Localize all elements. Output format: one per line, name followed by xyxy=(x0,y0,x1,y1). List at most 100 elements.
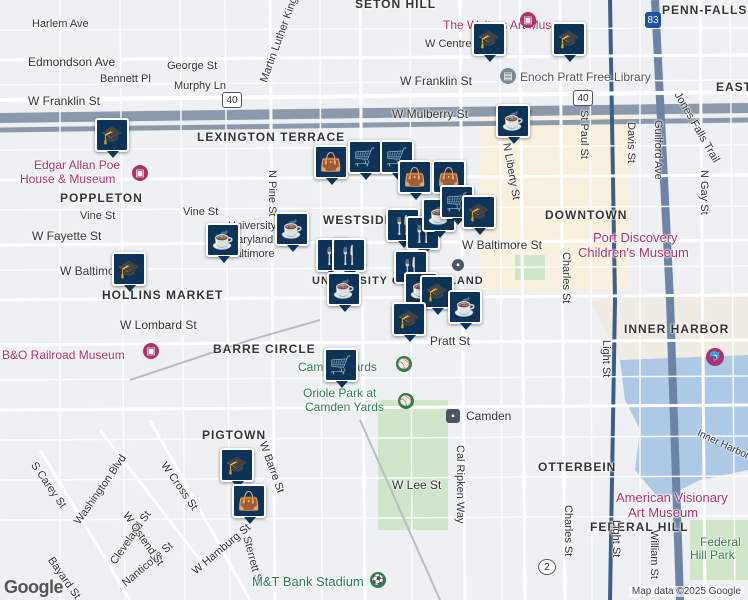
shopping-bag-icon: 👜 xyxy=(237,490,261,511)
street-label: Edmondson Ave xyxy=(28,55,116,69)
map-marker[interactable]: 🎓 xyxy=(220,448,254,488)
poi-oriole-park-line1[interactable]: Oriole Park at xyxy=(303,386,376,400)
street-label: Guilford Ave xyxy=(652,120,664,180)
street-label: W Lee St xyxy=(392,478,442,492)
map-marker[interactable]: 🛒 xyxy=(348,140,382,180)
street-label: W Lombard St xyxy=(120,318,197,332)
street-label: Murphy Ln xyxy=(174,80,226,92)
poi-mt-bank-stadium[interactable]: M&T Bank Stadium xyxy=(252,574,364,589)
street-label: St Paul St xyxy=(578,110,590,159)
district-label: WESTSIDE xyxy=(323,213,394,227)
street-label: William St xyxy=(648,530,660,579)
map-marker[interactable]: 🎓 xyxy=(95,118,129,158)
map-canvas[interactable]: SETON HILL PENN-FALLS LEXINGTON TERRACE … xyxy=(0,0,748,600)
shopping-cart-icon: 🛒 xyxy=(353,146,377,167)
district-label: EAST xyxy=(716,80,748,94)
graduation-cap-icon: 🎓 xyxy=(425,281,449,302)
district-label: HOLLINS MARKET xyxy=(102,288,224,302)
graduation-cap-icon: 🎓 xyxy=(557,28,581,49)
street-label: Light St xyxy=(610,520,622,558)
street-label: Pratt St xyxy=(430,334,471,348)
map-marker[interactable]: 👜 xyxy=(314,145,348,185)
map-attribution: Map data ©2025 Google xyxy=(628,586,744,597)
museum-icon: ▣ xyxy=(520,12,536,28)
map-marker[interactable]: 🎓 xyxy=(112,252,146,292)
graduation-cap-icon: 🎓 xyxy=(477,28,501,49)
poi-enoch-pratt-library[interactable]: Enoch Pratt Free Library xyxy=(520,70,651,84)
district-label: DOWNTOWN xyxy=(545,208,628,222)
street-label: Vine St xyxy=(80,210,116,222)
street-label: Charles St xyxy=(562,505,574,557)
coffee-cup-icon: ☕ xyxy=(332,278,356,299)
district-label: LEXINGTON TERRACE xyxy=(197,130,346,144)
street-label: Vine St xyxy=(183,206,219,218)
map-marker[interactable]: 🎓 xyxy=(392,302,426,342)
street-label: W Franklin St xyxy=(28,94,101,108)
street-label: Camden xyxy=(466,409,512,423)
map-marker[interactable]: ☕ xyxy=(496,104,530,144)
district-label: POPPLETON xyxy=(60,191,143,205)
street-label: N Pine St xyxy=(266,170,278,217)
poi-port-discovery-line2[interactable]: Children's Museum xyxy=(578,246,689,260)
district-label: OTTERBEIN xyxy=(538,460,617,474)
map-marker[interactable]: 🍴 xyxy=(332,238,366,278)
graduation-cap-icon: 🎓 xyxy=(117,258,141,279)
map-marker[interactable]: 🎓 xyxy=(552,22,586,62)
street-label: W Baltimore St xyxy=(462,238,543,252)
route-shield-icon: 40 xyxy=(573,90,593,106)
coffee-cup-icon: ☕ xyxy=(453,296,477,317)
district-label: INNER HARBOR xyxy=(624,322,730,336)
street-label: Cal Ripken Way xyxy=(454,445,466,524)
poi-avam-line2[interactable]: Art Museum xyxy=(628,506,698,520)
map-marker[interactable]: ☕ xyxy=(448,290,482,330)
street-label: Davis St xyxy=(625,122,637,163)
route-shield-icon: 40 xyxy=(222,92,242,108)
coffee-cup-icon: ☕ xyxy=(501,110,525,131)
stadium-icon: ⚾ xyxy=(398,393,414,409)
map-marker[interactable]: 🎓 xyxy=(462,195,496,235)
shopping-bag-icon: 👜 xyxy=(319,151,343,172)
map-marker[interactable]: 🛒 xyxy=(324,348,358,388)
google-logo: Google xyxy=(4,577,64,597)
map-marker[interactable]: ☕ xyxy=(327,272,361,312)
map-marker[interactable]: 👜 xyxy=(232,484,266,524)
map-marker[interactable]: ☕ xyxy=(275,212,309,252)
graduation-cap-icon: 🎓 xyxy=(225,454,249,475)
train-station-icon: ▪ xyxy=(446,409,460,423)
map-marker[interactable]: 🎓 xyxy=(472,22,506,62)
street-label: Light St xyxy=(600,340,612,378)
street-label: W Fayette St xyxy=(32,229,102,243)
district-label: SETON HILL xyxy=(355,0,437,11)
district-label: PIGTOWN xyxy=(202,428,267,442)
graduation-cap-icon: 🎓 xyxy=(467,201,491,222)
interstate-shield-icon: 83 xyxy=(645,12,661,28)
graduation-cap-icon: 🎓 xyxy=(100,124,124,145)
poi-federal-hill-park-line2[interactable]: Hill Park xyxy=(690,548,735,562)
map-marker[interactable]: ☕ xyxy=(206,223,240,263)
shopping-bag-icon: 👜 xyxy=(403,166,427,187)
poi-poe-house-line1[interactable]: Edgar Allan Poe xyxy=(34,158,120,172)
route-shield-icon: 2 xyxy=(538,559,556,575)
poi-bo-railroad-museum[interactable]: B&O Railroad Museum xyxy=(2,348,125,362)
restaurant-icon: 🍴 xyxy=(337,244,361,265)
stadium-icon: ⚽ xyxy=(370,572,386,588)
poi-federal-hill-park-line1[interactable]: Federal xyxy=(700,535,741,549)
map-marker[interactable]: 👜 xyxy=(398,160,432,200)
museum-icon: ▣ xyxy=(143,343,159,359)
district-label: FEDERAL HILL xyxy=(590,520,689,534)
street-label: W Franklin St xyxy=(400,74,473,88)
museum-icon: ▣ xyxy=(132,165,148,181)
street-label: W Mulberry St xyxy=(392,107,469,121)
transit-icon: ▪ xyxy=(452,259,464,271)
stadium-icon: ⚾ xyxy=(396,356,412,372)
poi-poe-house-line2[interactable]: House & Museum xyxy=(20,172,115,186)
street-label: Bennett Pl xyxy=(100,73,151,85)
street-label: Harlem Ave xyxy=(32,18,89,30)
poi-port-discovery-line1[interactable]: Port Discovery xyxy=(593,231,678,245)
poi-oriole-park-line2[interactable]: Camden Yards xyxy=(305,400,384,414)
district-label: PENN-FALLS xyxy=(662,3,748,17)
shopping-cart-icon: 🛒 xyxy=(329,354,353,375)
aquarium-icon: 🐬 xyxy=(706,348,724,366)
street-label: N Gay St xyxy=(698,170,710,215)
poi-avam-line1[interactable]: American Visionary xyxy=(616,491,728,505)
